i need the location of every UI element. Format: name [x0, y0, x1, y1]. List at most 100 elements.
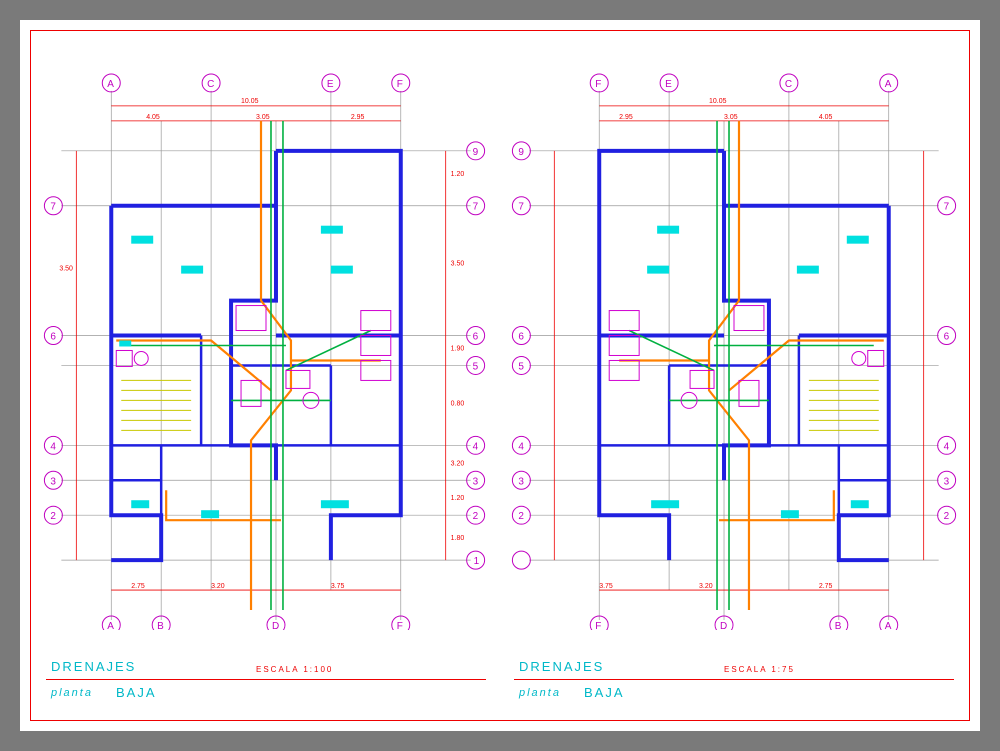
svg-text:2.75: 2.75 [131, 583, 145, 590]
svg-text:3: 3 [518, 476, 524, 487]
svg-text:9: 9 [518, 147, 524, 158]
svg-text:4.05: 4.05 [146, 114, 160, 121]
svg-text:2: 2 [944, 511, 950, 522]
svg-text:2.75: 2.75 [819, 583, 833, 590]
svg-text:7: 7 [50, 202, 56, 213]
plan-label: planta [51, 687, 93, 699]
svg-text:2: 2 [518, 511, 524, 522]
svg-text:3.05: 3.05 [256, 114, 270, 121]
svg-text:6: 6 [473, 332, 479, 343]
svg-text:3.75: 3.75 [331, 583, 345, 590]
svg-text:7: 7 [473, 202, 479, 213]
svg-text:6: 6 [944, 332, 950, 343]
svg-text:7: 7 [944, 202, 950, 213]
svg-text:2: 2 [473, 511, 479, 522]
svg-text:A: A [885, 621, 892, 630]
grid-bubbles-top-r: F E C A [590, 74, 897, 92]
dim-bottom: 2.75 3.20 3.75 [111, 583, 401, 590]
svg-text:3: 3 [50, 476, 56, 487]
grid-bubbles-bottom: A B D F [102, 616, 409, 630]
fixtures [116, 226, 391, 518]
sheet-border: 10.05 4.05 3.05 2.95 1.20 3.50 1.90 0.80 [30, 30, 970, 721]
svg-text:3.20: 3.20 [451, 460, 465, 467]
svg-text:3.75: 3.75 [599, 583, 613, 590]
grid-horizontal [61, 151, 470, 560]
svg-text:A: A [107, 79, 114, 90]
title-divider [514, 679, 954, 680]
right-plan: 10.05 2.95 3.05 4.05 3.75 3.20 2.75 F E [499, 51, 969, 630]
right-titleblock: DRENAJES ESCALA 1:75 planta BAJA [514, 657, 954, 705]
svg-text:E: E [665, 79, 672, 90]
grid-bubbles-top: A C E F [102, 74, 409, 92]
svg-text:3: 3 [944, 476, 950, 487]
svg-text:5: 5 [518, 361, 524, 372]
scale-label: ESCALA 1:100 [256, 665, 333, 674]
left-plan-panel: 10.05 4.05 3.05 2.95 1.20 3.50 1.90 0.80 [31, 31, 501, 720]
svg-text:1.80: 1.80 [451, 535, 465, 542]
svg-text:2.95: 2.95 [619, 114, 633, 121]
svg-text:F: F [595, 79, 601, 90]
svg-text:3.20: 3.20 [211, 583, 225, 590]
svg-text:B: B [157, 621, 164, 630]
svg-text:6: 6 [518, 332, 524, 343]
svg-text:3.20: 3.20 [699, 583, 713, 590]
grid-bubbles-left-r: 9 7 6 5 4 3 2 [512, 142, 530, 569]
svg-text:7: 7 [518, 202, 524, 213]
svg-text:4: 4 [50, 441, 56, 452]
svg-text:4.05: 4.05 [819, 114, 833, 121]
plan-level: BAJA [116, 685, 157, 700]
svg-text:3.50: 3.50 [451, 261, 465, 268]
drawing-title: DRENAJES [51, 659, 136, 674]
svg-text:F: F [397, 621, 403, 630]
cad-drawing-viewport: 10.05 4.05 3.05 2.95 1.20 3.50 1.90 0.80 [0, 0, 1000, 751]
svg-text:3.50: 3.50 [59, 266, 73, 273]
title-divider [46, 679, 486, 680]
svg-text:B: B [835, 621, 842, 630]
svg-text:0.80: 0.80 [451, 400, 465, 407]
svg-text:4: 4 [944, 441, 950, 452]
svg-text:10.05: 10.05 [241, 98, 259, 105]
svg-text:A: A [885, 79, 892, 90]
right-plan-panel: 10.05 2.95 3.05 4.05 3.75 3.20 2.75 F E [499, 31, 969, 720]
svg-text:1.90: 1.90 [451, 345, 465, 352]
drawing-sheet: 10.05 4.05 3.05 2.95 1.20 3.50 1.90 0.80 [20, 20, 980, 731]
svg-text:2: 2 [50, 511, 56, 522]
svg-text:9: 9 [473, 147, 479, 158]
scale-label: ESCALA 1:75 [724, 665, 795, 674]
grid-bubbles-bottom-r: F D B A [590, 616, 897, 630]
plan-label: planta [519, 687, 561, 699]
dim-top: 10.05 4.05 3.05 2.95 [111, 98, 401, 121]
svg-text:F: F [397, 79, 403, 90]
svg-text:3: 3 [473, 476, 479, 487]
svg-text:1: 1 [474, 556, 480, 567]
svg-text:A: A [107, 621, 114, 630]
left-titleblock: DRENAJES ESCALA 1:100 planta BAJA [46, 657, 486, 705]
left-plan: 10.05 4.05 3.05 2.95 1.20 3.50 1.90 0.80 [31, 51, 501, 630]
svg-text:D: D [720, 621, 727, 630]
grid-vertical [111, 91, 401, 620]
svg-text:4: 4 [473, 441, 479, 452]
svg-text:1.20: 1.20 [451, 171, 465, 178]
dim-right: 1.20 3.50 1.90 0.80 3.20 1.20 1.80 [446, 151, 465, 560]
svg-text:5: 5 [473, 361, 479, 372]
grid-bubbles-left: 7 6 4 3 2 [44, 197, 62, 524]
svg-text:E: E [327, 79, 334, 90]
svg-text:10.05: 10.05 [709, 98, 727, 105]
svg-text:C: C [207, 79, 214, 90]
svg-text:D: D [272, 621, 279, 630]
right-plan-svg: 10.05 2.95 3.05 4.05 3.75 3.20 2.75 F E [499, 51, 969, 630]
walls [111, 151, 401, 560]
svg-text:F: F [595, 621, 601, 630]
drawing-title: DRENAJES [519, 659, 604, 674]
svg-text:3.05: 3.05 [724, 114, 738, 121]
svg-text:6: 6 [50, 332, 56, 343]
stairs-icon [121, 380, 191, 430]
svg-text:2.95: 2.95 [351, 114, 365, 121]
svg-text:C: C [785, 79, 792, 90]
dim-left: 3.50 [59, 151, 76, 560]
svg-text:4: 4 [518, 441, 524, 452]
left-plan-svg: 10.05 4.05 3.05 2.95 1.20 3.50 1.90 0.80 [31, 51, 501, 630]
grid-bubbles-right-r: 7 6 4 3 2 [938, 197, 956, 524]
svg-text:1.20: 1.20 [451, 495, 465, 502]
plan-level: BAJA [584, 685, 625, 700]
